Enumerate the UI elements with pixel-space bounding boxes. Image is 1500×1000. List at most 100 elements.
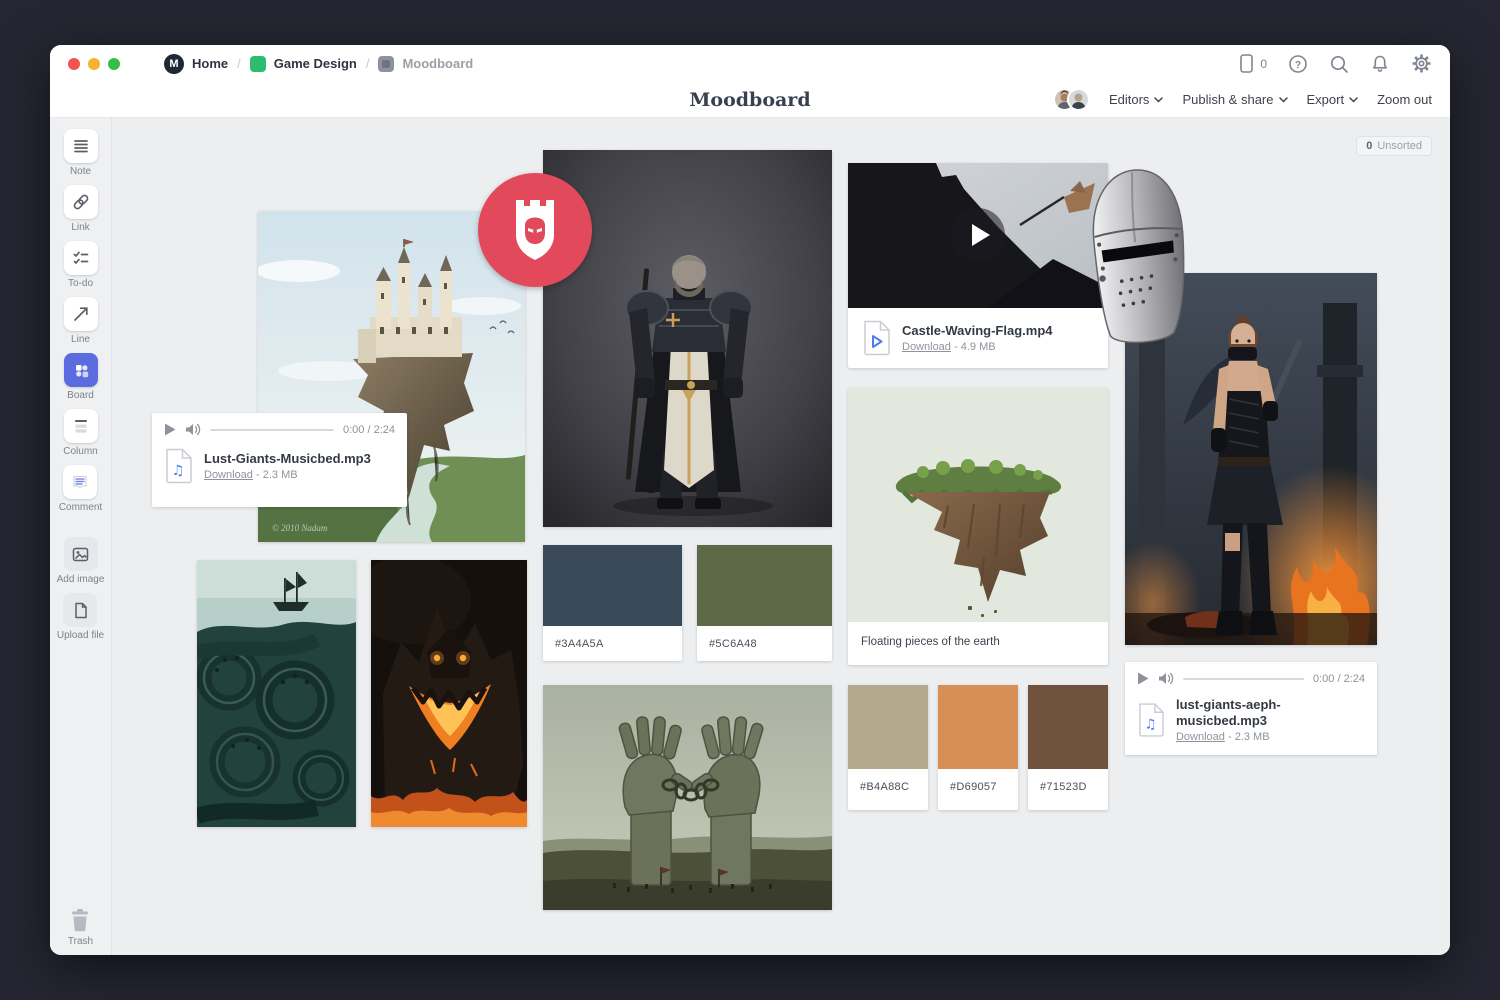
color-swatch-card[interactable]: #3A4A5A xyxy=(543,545,682,661)
export-button[interactable]: Export xyxy=(1307,92,1359,107)
editor-avatars[interactable] xyxy=(1053,88,1090,111)
breadcrumb-separator: / xyxy=(237,56,241,71)
publish-share-button[interactable]: Publish & share xyxy=(1182,92,1287,107)
export-label: Export xyxy=(1307,92,1345,107)
color-swatch-card[interactable]: #71523D xyxy=(1028,685,1108,810)
color-block[interactable] xyxy=(697,545,832,626)
color-swatch-card[interactable]: #D69057 xyxy=(938,685,1018,810)
game-logo-badge[interactable] xyxy=(478,173,592,287)
svg-text:?: ? xyxy=(1295,60,1301,71)
file-size: 4.9 MB xyxy=(961,341,996,353)
editors-menu-button[interactable]: Editors xyxy=(1109,92,1163,107)
audio-card-lust-giants[interactable]: 0:00 / 2:24 ♫ Lust-Giants-Musicbed.mp3 D… xyxy=(152,413,407,507)
playback-time: 0:00 / 2:24 xyxy=(343,424,395,436)
breadcrumb-separator: / xyxy=(366,56,370,71)
giant-hands-image xyxy=(543,685,832,910)
tool-label: Column xyxy=(63,446,97,457)
notifications-button[interactable] xyxy=(1370,54,1390,74)
device-icon xyxy=(1237,53,1256,74)
breadcrumb-home[interactable]: M Home xyxy=(164,54,228,74)
tool-label: Comment xyxy=(59,502,102,513)
play-button[interactable] xyxy=(1137,672,1149,685)
file-name: Lust-Giants-Musicbed.mp3 xyxy=(204,451,371,467)
color-block[interactable] xyxy=(938,685,1018,769)
audio-card-lust-giants-aeph[interactable]: 0:00 / 2:24 ♫ lust-giants-aeph-musicbed.… xyxy=(1125,662,1377,755)
color-hex-label: #3A4A5A xyxy=(543,626,682,663)
comment-icon xyxy=(71,473,89,491)
tool-link[interactable]: Link xyxy=(64,185,98,233)
knight-helmet-image xyxy=(1072,158,1205,352)
tool-column[interactable]: Column xyxy=(63,409,97,457)
video-card-castle-flag[interactable]: Castle-Waving-Flag.mp4 Download - 4.9 MB xyxy=(848,163,1108,368)
unsorted-count: 0 xyxy=(1366,140,1372,152)
unsorted-badge[interactable]: 0 Unsorted xyxy=(1356,136,1432,156)
tool-todo[interactable]: To-do xyxy=(64,241,98,289)
help-icon: ? xyxy=(1288,54,1308,74)
volume-button[interactable] xyxy=(1158,672,1174,685)
milanote-logo-icon: M xyxy=(164,54,184,74)
download-link[interactable]: Download xyxy=(1176,731,1225,743)
image-card-sea-creature[interactable] xyxy=(197,560,356,827)
volume-button[interactable] xyxy=(185,423,201,436)
editors-label: Editors xyxy=(1109,92,1149,107)
publish-share-label: Publish & share xyxy=(1182,92,1273,107)
progress-bar[interactable] xyxy=(210,429,334,431)
tool-comment[interactable]: Comment xyxy=(59,465,102,513)
file-size: 2.3 MB xyxy=(1235,731,1270,743)
image-card-fire-demon[interactable] xyxy=(371,560,527,827)
device-preview-button[interactable]: 0 xyxy=(1237,53,1267,74)
breadcrumb-project-label: Game Design xyxy=(274,56,357,71)
minimize-window-button[interactable] xyxy=(88,58,100,70)
image-card-floating-island[interactable]: Floating pieces of the earth xyxy=(848,388,1108,665)
tool-label: Add image xyxy=(57,574,105,585)
download-link[interactable]: Download xyxy=(204,469,253,481)
color-block[interactable] xyxy=(1028,685,1108,769)
tool-add-image[interactable]: Add image xyxy=(57,537,105,585)
tool-board[interactable]: Board xyxy=(64,353,98,401)
trash[interactable]: Trash xyxy=(68,907,93,947)
todo-icon xyxy=(72,249,90,267)
tool-upload-file[interactable]: Upload file xyxy=(57,593,104,641)
breadcrumb-home-label: Home xyxy=(192,56,228,71)
board-icon-gray xyxy=(378,56,394,72)
download-link[interactable]: Download xyxy=(902,341,951,353)
svg-text:♫: ♫ xyxy=(172,463,185,479)
color-swatch-card[interactable]: #B4A88C xyxy=(848,685,928,810)
tool-label: Upload file xyxy=(57,630,104,641)
trash-icon xyxy=(68,907,92,933)
tool-label: Trash xyxy=(68,936,93,947)
breadcrumb-project[interactable]: Game Design xyxy=(250,56,357,72)
play-button[interactable] xyxy=(164,423,176,436)
zoom-out-label: Zoom out xyxy=(1377,92,1432,107)
board-canvas[interactable]: Note Link To-do xyxy=(50,118,1450,955)
header-actions: Editors Publish & share Export Zoom out xyxy=(1053,88,1432,111)
settings-button[interactable] xyxy=(1411,53,1432,74)
color-block[interactable] xyxy=(543,545,682,626)
video-play-button[interactable] xyxy=(951,208,1005,262)
fire-demon-image xyxy=(371,560,527,827)
sea-creature-image xyxy=(197,560,356,827)
tool-line[interactable]: Line xyxy=(64,297,98,345)
progress-bar[interactable] xyxy=(1183,678,1304,680)
image-knight-helmet[interactable] xyxy=(1072,158,1205,352)
breadcrumb-current: Moodboard xyxy=(378,56,473,72)
file-name: Castle-Waving-Flag.mp4 xyxy=(902,323,1052,339)
image-caption: Floating pieces of the earth xyxy=(848,622,1108,662)
maximize-window-button[interactable] xyxy=(108,58,120,70)
tool-label: Link xyxy=(71,222,89,233)
tool-note[interactable]: Note xyxy=(64,129,98,177)
image-card-giant-hands[interactable] xyxy=(543,685,832,910)
avatar[interactable] xyxy=(1067,88,1090,111)
close-window-button[interactable] xyxy=(68,58,80,70)
color-block[interactable] xyxy=(848,685,928,769)
search-button[interactable] xyxy=(1329,54,1349,74)
board-header: Moodboard Editors Publish & share Export xyxy=(50,82,1450,118)
chevron-down-icon xyxy=(1279,97,1288,103)
color-swatch-card[interactable]: #5C6A48 xyxy=(697,545,832,661)
help-button[interactable]: ? xyxy=(1288,54,1308,74)
topbar-icons: 0 ? xyxy=(1237,53,1432,74)
device-count: 0 xyxy=(1260,57,1267,71)
zoom-out-button[interactable]: Zoom out xyxy=(1377,92,1432,107)
window-controls xyxy=(68,58,120,70)
upload-file-icon xyxy=(71,601,90,620)
